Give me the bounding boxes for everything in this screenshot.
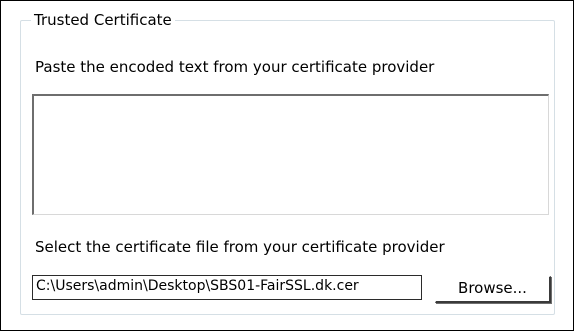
browse-button[interactable]: Browse...	[435, 276, 551, 303]
select-file-label: Select the certificate file from your ce…	[35, 238, 445, 256]
paste-instructions-label: Paste the encoded text from your certifi…	[35, 58, 435, 76]
dialog-panel: Trusted Certificate Paste the encoded te…	[0, 0, 574, 331]
encoded-certificate-textarea[interactable]	[32, 94, 549, 215]
certificate-file-path-input[interactable]: C:\Users\admin\Desktop\SBS01-FairSSL.dk.…	[32, 275, 422, 300]
group-title: Trusted Certificate	[31, 10, 175, 30]
